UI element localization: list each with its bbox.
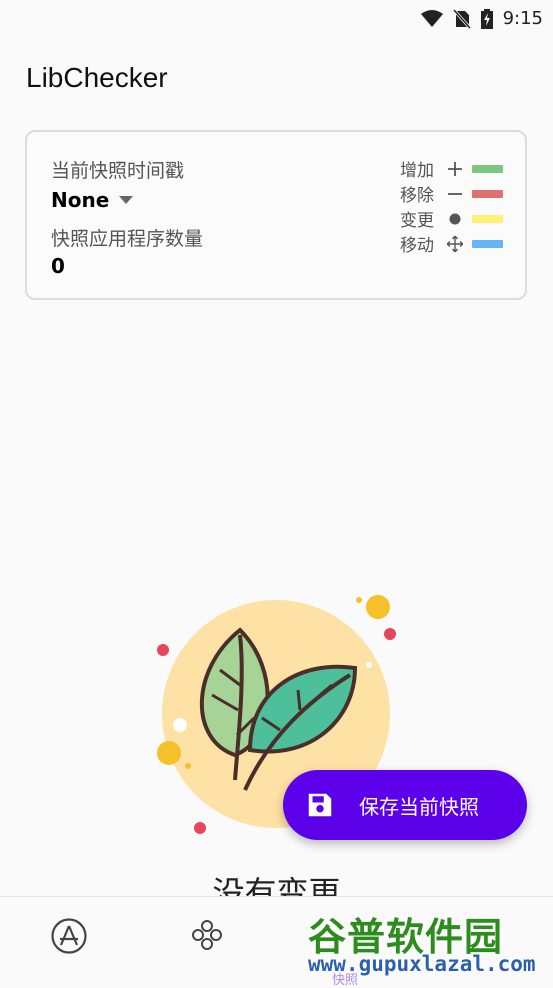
plus-icon xyxy=(444,161,466,176)
app-count-label: 快照应用程序数量 xyxy=(51,228,204,250)
timestamp-dropdown[interactable]: None xyxy=(51,188,134,212)
timestamp-value: None xyxy=(51,188,110,212)
wifi-icon xyxy=(420,9,443,28)
legend-changed: 变更 xyxy=(400,206,503,231)
nav-item-apps[interactable] xyxy=(50,917,88,959)
snapshot-info-card: 当前快照时间戳 None 快照应用程序数量 0 增加 移除 变更 移动 xyxy=(25,130,527,300)
legend-removed: 移除 xyxy=(400,181,503,206)
legend-moved: 移动 xyxy=(400,231,503,256)
save-snapshot-button[interactable]: 保存当前快照 xyxy=(283,770,527,840)
statistics-icon xyxy=(189,920,225,957)
save-icon xyxy=(305,790,335,820)
legend-moved-color xyxy=(472,239,503,248)
move-icon xyxy=(444,235,466,252)
change-legend: 增加 移除 变更 移动 xyxy=(400,156,503,256)
nav-item-statistics[interactable] xyxy=(189,917,225,957)
minus-icon xyxy=(444,187,466,201)
page-title: LibChecker xyxy=(26,62,168,93)
apps-icon xyxy=(50,918,88,959)
legend-changed-color xyxy=(472,214,503,223)
legend-added-color xyxy=(472,164,503,173)
status-time: 9:15 xyxy=(502,8,543,29)
save-snapshot-label: 保存当前快照 xyxy=(359,794,479,819)
timestamp-label: 当前快照时间戳 xyxy=(51,160,185,182)
dot-icon xyxy=(444,212,466,226)
battery-charging-icon xyxy=(480,8,493,29)
watermark: 谷普软件园 www.gupuxlazal.com xyxy=(300,904,553,983)
app-count-value: 0 xyxy=(51,254,65,278)
no-sim-icon xyxy=(452,8,471,29)
legend-removed-color xyxy=(472,189,503,198)
legend-added: 增加 xyxy=(400,156,503,181)
status-bar: 9:15 xyxy=(0,0,553,38)
watermark-url: www.gupuxlazal.com xyxy=(308,952,536,976)
dropdown-arrow-icon xyxy=(119,196,134,204)
